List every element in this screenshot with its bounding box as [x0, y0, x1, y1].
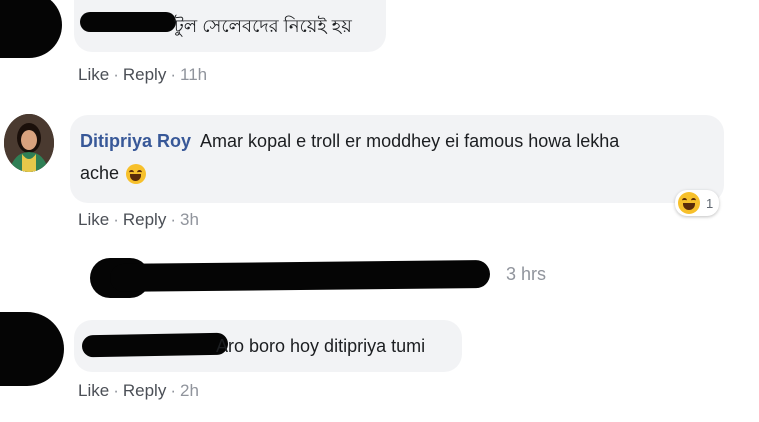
- avatar[interactable]: [0, 312, 64, 386]
- avatar-ditipriya-roy[interactable]: [4, 114, 54, 172]
- profile-photo: [4, 114, 54, 172]
- comment-bubble-1: টুল সেলেবদের নিয়েই হয়: [74, 0, 386, 52]
- avatar[interactable]: [0, 0, 62, 58]
- comment-author-link[interactable]: Ditipriya Roy: [80, 131, 191, 151]
- laughing-crying-emoji-icon: [126, 164, 147, 185]
- reply-button[interactable]: Reply: [123, 210, 166, 229]
- timestamp[interactable]: 3h: [180, 210, 199, 229]
- reply-button[interactable]: Reply: [123, 65, 166, 84]
- comment-text: টুল সেলেবদের নিয়েই হয়: [174, 16, 352, 36]
- reply-button[interactable]: Reply: [123, 381, 166, 400]
- comment-actions-4: Like · Reply · 2h: [78, 381, 199, 401]
- reaction-count: 1: [706, 195, 714, 211]
- separator: ·: [113, 65, 119, 84]
- comment-text: Aro boro hoy ditipriya tumi: [216, 336, 426, 356]
- redacted-author-name: [80, 12, 176, 32]
- redacted-author-name: [81, 332, 229, 358]
- reply-timestamp[interactable]: 3 hrs: [506, 264, 546, 285]
- comment-actions-2: Like · Reply · 3h: [78, 210, 199, 230]
- like-button[interactable]: Like: [78, 381, 109, 400]
- redacted-reply-summary[interactable]: [109, 260, 491, 292]
- laughing-emoji-icon: [678, 192, 700, 214]
- like-button[interactable]: Like: [78, 210, 109, 229]
- separator: ·: [170, 65, 176, 84]
- timestamp[interactable]: 11h: [180, 65, 207, 84]
- comment-text-line1: Amar kopal e troll er moddhey ei famous …: [200, 131, 620, 151]
- comment-bubble-4: Aro boro hoy ditipriya tumi: [74, 320, 462, 372]
- separator: ·: [113, 381, 119, 400]
- reaction-badge[interactable]: 1: [675, 190, 720, 216]
- timestamp[interactable]: 2h: [180, 381, 199, 400]
- separator: ·: [170, 381, 176, 400]
- separator: ·: [170, 210, 176, 229]
- comment-text-line2: ache: [80, 163, 120, 183]
- comment-bubble-2: Ditipriya Roy Amar kopal e troll er modd…: [70, 115, 724, 203]
- comment-actions-1: Like · Reply · 11h: [78, 65, 207, 85]
- separator: ·: [113, 210, 119, 229]
- like-button[interactable]: Like: [78, 65, 109, 84]
